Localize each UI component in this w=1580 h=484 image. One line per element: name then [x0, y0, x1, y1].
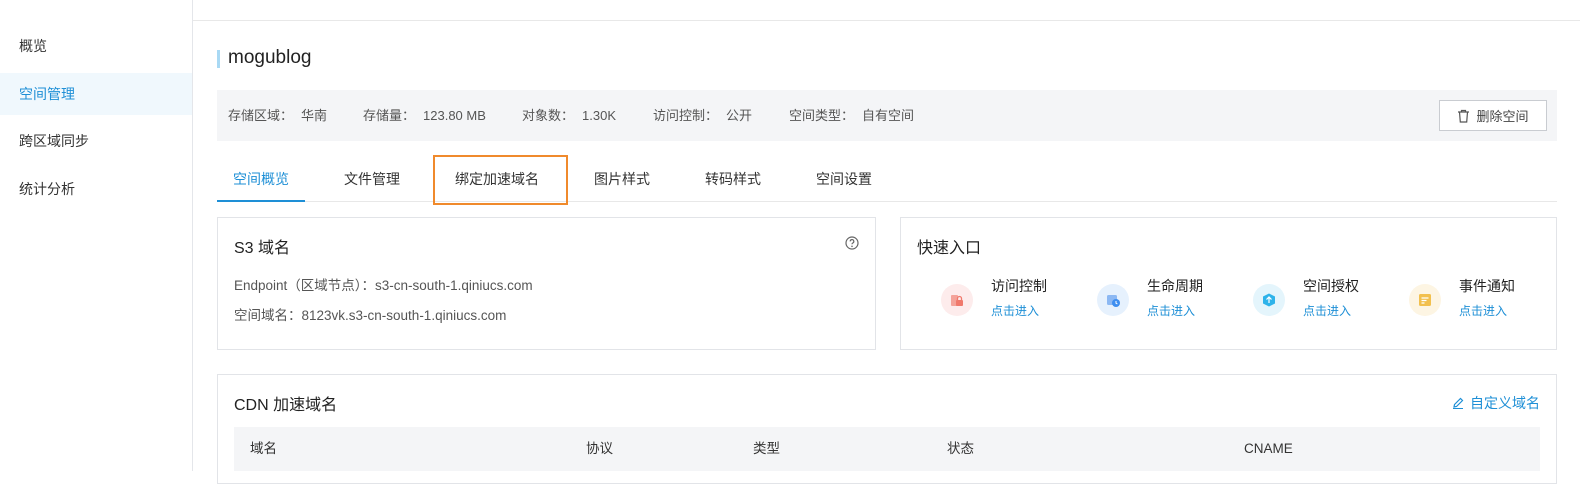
- header-divider: [193, 20, 1580, 21]
- quick-authorization[interactable]: 空间授权 点击进入: [1213, 274, 1359, 324]
- page-title: mogublog: [228, 47, 312, 68]
- column-header-domain: 域名: [250, 441, 277, 456]
- sidebar-item-bucket-management[interactable]: 空间管理: [0, 73, 192, 115]
- quick-authorization-link[interactable]: 点击进入: [1303, 302, 1351, 319]
- event-notify-icon: [1409, 284, 1441, 316]
- s3-endpoint: Endpoint（区域节点）：s3-cn-south-1.qiniucs.com: [234, 278, 533, 293]
- highlight-box: [433, 155, 568, 205]
- column-header-cname: CNAME: [1244, 441, 1293, 456]
- tab-transcode-styles[interactable]: 转码样式: [696, 158, 770, 201]
- info-bucket-type: 空间类型： 自有空间: [789, 108, 915, 123]
- s3-bucket-domain: 空间域名：8123vk.s3-cn-south-1.qiniucs.com: [234, 308, 507, 323]
- sidebar-item-cross-region-sync[interactable]: 跨区域同步: [0, 120, 192, 162]
- authorization-icon: [1253, 284, 1285, 316]
- cdn-card-title: CDN 加速域名: [234, 397, 338, 414]
- quick-lifecycle[interactable]: 生命周期 点击进入: [1057, 274, 1203, 324]
- info-object-count: 对象数： 1.30K: [522, 108, 616, 123]
- sidebar: 概览 空间管理 跨区域同步 统计分析: [0, 0, 193, 471]
- info-storage: 存储量： 123.80 MB: [363, 108, 486, 123]
- tab-image-styles[interactable]: 图片样式: [585, 158, 659, 201]
- quick-entry-title: 快速入口: [917, 240, 982, 257]
- info-region: 存储区域： 华南: [228, 108, 328, 123]
- quick-entry-card: 快速入口 访问控制 点击进入 生命周期 点击进入 空间授权 点击进入 事件通知 …: [900, 217, 1557, 350]
- column-header-status: 状态: [947, 441, 974, 456]
- column-header-type: 类型: [753, 441, 780, 456]
- s3-card-title: S3 域名: [234, 240, 291, 257]
- info-access-control: 访问控制： 公开: [653, 108, 753, 123]
- tab-overview[interactable]: 空间概览: [217, 158, 305, 202]
- trash-icon: [1458, 109, 1470, 123]
- title-accent-bar: [217, 50, 220, 68]
- quick-lifecycle-link[interactable]: 点击进入: [1147, 302, 1195, 319]
- column-header-protocol: 协议: [586, 441, 613, 456]
- quick-access-control[interactable]: 访问控制 点击进入: [901, 274, 1047, 324]
- quick-event-notify-link[interactable]: 点击进入: [1459, 302, 1507, 319]
- quick-event-notify[interactable]: 事件通知 点击进入: [1369, 274, 1515, 324]
- cdn-domain-card: CDN 加速域名 自定义域名 域名 协议 类型 状态 CNAME: [217, 374, 1557, 484]
- sidebar-item-statistics[interactable]: 统计分析: [0, 168, 192, 210]
- lifecycle-icon: [1097, 284, 1129, 316]
- edit-icon: [1453, 397, 1464, 409]
- access-control-icon: [941, 284, 973, 316]
- tab-file-management[interactable]: 文件管理: [335, 158, 409, 201]
- help-icon[interactable]: [845, 236, 859, 250]
- tab-bucket-settings[interactable]: 空间设置: [807, 158, 881, 201]
- sidebar-item-overview[interactable]: 概览: [0, 25, 192, 67]
- quick-access-control-link[interactable]: 点击进入: [991, 302, 1039, 319]
- custom-domain-button[interactable]: 自定义域名: [1452, 393, 1540, 413]
- bucket-tabs: 空间概览 文件管理 绑定加速域名 图片样式 转码样式 空间设置: [217, 158, 1557, 202]
- cdn-table-header: 域名 协议 类型 状态 CNAME: [234, 427, 1540, 471]
- delete-bucket-button[interactable]: 删除空间: [1439, 100, 1547, 131]
- bucket-info-bar: 存储区域： 华南 存储量： 123.80 MB 对象数： 1.30K 访问控制： 公开 …: [217, 90, 1557, 141]
- s3-domain-card: S3 域名 Endpoint（区域节点）：s3-cn-south-1.qiniu…: [217, 217, 876, 350]
